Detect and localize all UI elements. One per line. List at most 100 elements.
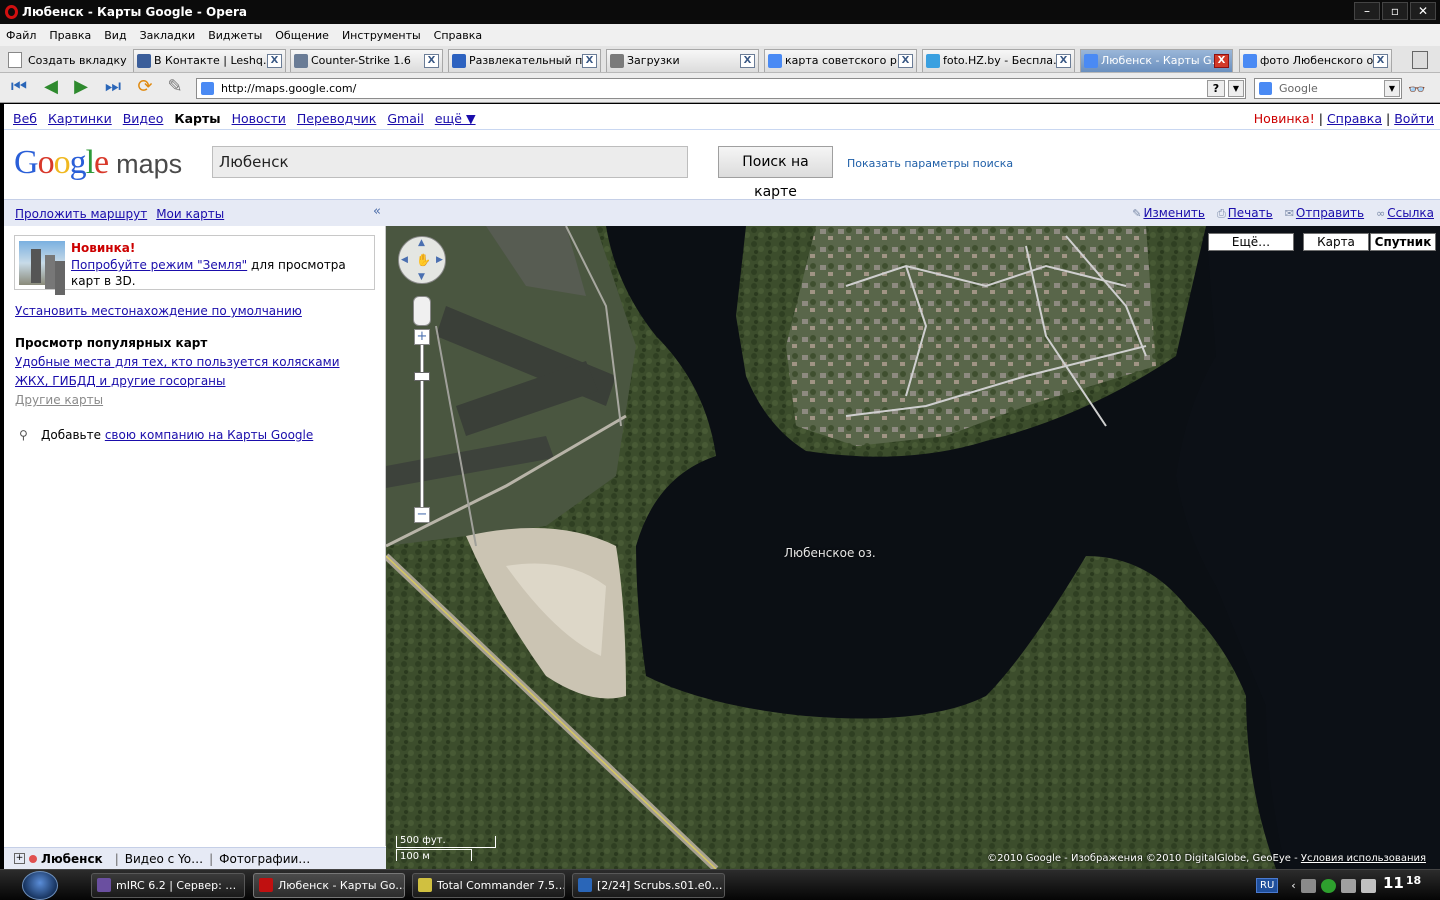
gbar-translate[interactable]: Переводчик bbox=[297, 111, 376, 126]
browser-tab[interactable]: карта советского р… X bbox=[764, 49, 917, 72]
google-maps-logo[interactable]: Google maps bbox=[14, 144, 182, 184]
print-link[interactable]: Печать bbox=[1228, 206, 1273, 220]
browser-tab[interactable]: Counter-Strike 1.6 X bbox=[290, 49, 443, 72]
gbar-login-link[interactable]: Войти bbox=[1394, 111, 1434, 126]
browser-tab[interactable]: Развлекательный п… X bbox=[448, 49, 601, 72]
forward-icon[interactable]: ▶ bbox=[70, 78, 92, 98]
menu-view[interactable]: Вид bbox=[104, 29, 126, 42]
pan-down-icon[interactable]: ▼ bbox=[418, 272, 425, 282]
expand-icon[interactable]: + bbox=[14, 853, 25, 864]
add-business-link[interactable]: свою компанию на Карты Google bbox=[105, 428, 313, 442]
address-field[interactable]: http://maps.google.com/ ? ▼ bbox=[196, 78, 1246, 99]
tab-close-icon[interactable]: X bbox=[1056, 54, 1071, 68]
reload-icon[interactable]: ⟳ bbox=[134, 78, 156, 98]
map-search-button[interactable]: Поиск на карте bbox=[718, 146, 833, 200]
earth-promo-thumbnail[interactable] bbox=[19, 241, 65, 285]
pan-left-icon[interactable]: ◀ bbox=[401, 255, 408, 265]
menu-chat[interactable]: Общение bbox=[275, 29, 329, 42]
menu-tools[interactable]: Инструменты bbox=[342, 29, 421, 42]
map-type-more-button[interactable]: Ещё… bbox=[1208, 233, 1294, 251]
zoom-in-button[interactable]: + bbox=[414, 329, 430, 345]
map-search-input[interactable]: Любенск bbox=[212, 146, 688, 178]
browser-tab[interactable]: Загрузки X bbox=[606, 49, 759, 72]
result-tab-photos[interactable]: Фотографии… bbox=[219, 849, 310, 869]
map-type-map-button[interactable]: Карта bbox=[1303, 233, 1369, 251]
pan-up-icon[interactable]: ▲ bbox=[418, 238, 425, 248]
search-engine-dropdown-icon[interactable]: ▼ bbox=[1384, 80, 1400, 97]
close-window-button[interactable]: ✕ bbox=[1410, 2, 1436, 20]
my-maps-link[interactable]: Мои карты bbox=[156, 207, 224, 221]
zoom-out-button[interactable]: − bbox=[414, 507, 430, 523]
result-tab-lyubensk[interactable]: Любенск bbox=[41, 849, 103, 869]
browser-tab[interactable]: Любенск - Карты G… X bbox=[1080, 49, 1233, 72]
gbar-gmail[interactable]: Gmail bbox=[387, 111, 423, 126]
tab-close-icon[interactable]: X bbox=[267, 54, 282, 68]
taskbar-button[interactable]: Total Commander 7.5… bbox=[412, 873, 565, 898]
clock[interactable]: 11 18 bbox=[1383, 874, 1421, 892]
popular-map-government[interactable]: ЖКХ, ГИБДД и другие госорганы bbox=[15, 374, 226, 388]
rewind-icon[interactable]: ⏮ bbox=[8, 78, 30, 98]
pegman-icon[interactable] bbox=[413, 296, 431, 326]
gbar-new-link[interactable]: Новинка! bbox=[1254, 111, 1315, 126]
tray-network-icon[interactable] bbox=[1300, 878, 1316, 893]
link-link[interactable]: Ссылка bbox=[1387, 206, 1434, 220]
tray-display-icon[interactable] bbox=[1340, 878, 1356, 893]
gbar-web[interactable]: Веб bbox=[13, 111, 37, 126]
tab-close-icon[interactable]: X bbox=[582, 54, 597, 68]
result-tab-videos[interactable]: Видео с Yo… bbox=[125, 849, 203, 869]
tray-volume-icon[interactable] bbox=[1360, 878, 1376, 893]
taskbar-button[interactable]: [2/24] Scrubs.s01.e0… bbox=[572, 873, 725, 898]
language-indicator[interactable]: RU bbox=[1256, 878, 1279, 893]
new-tab-button[interactable]: Создать вкладку bbox=[8, 49, 127, 71]
promo-earth-link[interactable]: Попробуйте режим "Земля" bbox=[71, 258, 247, 272]
maximize-button[interactable]: ▫ bbox=[1382, 2, 1408, 20]
terms-link[interactable]: Условия использования bbox=[1301, 853, 1426, 864]
collapse-panel-icon[interactable]: « bbox=[373, 204, 381, 219]
zoom-track[interactable] bbox=[420, 337, 424, 513]
tab-close-icon[interactable]: X bbox=[898, 54, 913, 68]
browser-tab[interactable]: foto.HZ.by - Беспла… X bbox=[922, 49, 1075, 72]
menu-edit[interactable]: Правка bbox=[49, 29, 91, 42]
other-maps-link[interactable]: Другие карты bbox=[15, 393, 103, 407]
pan-control[interactable]: ▲ ▼ ◀ ▶ ✋ bbox=[398, 236, 446, 284]
zoom-slider[interactable]: + − bbox=[414, 329, 430, 524]
taskbar-button[interactable]: Любенск - Карты Go… bbox=[253, 873, 405, 898]
tray-expand-icon[interactable]: ‹ bbox=[1291, 879, 1295, 892]
map-type-satellite-button[interactable]: Спутник bbox=[1370, 233, 1436, 251]
tab-close-icon[interactable]: X bbox=[1214, 54, 1229, 68]
gbar-more[interactable]: ещё ▼ bbox=[435, 111, 476, 126]
fast-forward-icon[interactable]: ⏭ bbox=[102, 78, 124, 98]
tray-app-icon[interactable] bbox=[1320, 878, 1336, 893]
search-options-link[interactable]: Показать параметры поиска bbox=[847, 157, 1013, 170]
popular-map-wheelchair[interactable]: Удобные места для тех, кто пользуется ко… bbox=[15, 355, 340, 369]
browser-tab[interactable]: В Контакте | Leshq… X bbox=[133, 49, 286, 72]
edit-link[interactable]: Изменить bbox=[1143, 206, 1205, 220]
tab-close-icon[interactable]: X bbox=[1373, 54, 1388, 68]
satellite-map[interactable]: Ещё… Карта Спутник ▲ ▼ ◀ ▶ ✋ + − Любенск… bbox=[386, 226, 1440, 869]
taskbar-button[interactable]: mIRC 6.2 | Сервер: … bbox=[91, 873, 245, 898]
trash-icon[interactable] bbox=[1412, 51, 1428, 69]
menu-help[interactable]: Справка bbox=[434, 29, 482, 42]
default-location-link[interactable]: Установить местонахождение по умолчанию bbox=[15, 304, 302, 318]
zoom-slider-handle[interactable] bbox=[414, 372, 430, 381]
gbar-video[interactable]: Видео bbox=[123, 111, 164, 126]
help-button[interactable]: ? bbox=[1207, 80, 1225, 97]
minimize-button[interactable]: – bbox=[1354, 2, 1380, 20]
zoom-glasses-icon[interactable]: 👓 bbox=[1408, 82, 1425, 98]
menu-file[interactable]: Файл bbox=[6, 29, 36, 42]
gbar-help-link[interactable]: Справка bbox=[1327, 111, 1382, 126]
gbar-news[interactable]: Новости bbox=[232, 111, 286, 126]
back-icon[interactable]: ◀ bbox=[40, 78, 62, 98]
menu-widgets[interactable]: Виджеты bbox=[208, 29, 262, 42]
tab-close-icon[interactable]: X bbox=[740, 54, 755, 68]
pan-right-icon[interactable]: ▶ bbox=[436, 255, 443, 265]
browser-tab[interactable]: фото Любенского о… X bbox=[1239, 49, 1392, 72]
menu-bookmarks[interactable]: Закладки bbox=[140, 29, 196, 42]
start-button[interactable] bbox=[22, 871, 58, 900]
gbar-images[interactable]: Картинки bbox=[48, 111, 112, 126]
edit-site-icon[interactable]: ✎ bbox=[164, 78, 186, 98]
search-engine-field[interactable]: Google ▼ bbox=[1254, 78, 1402, 99]
get-directions-link[interactable]: Проложить маршрут bbox=[15, 207, 147, 221]
send-link[interactable]: Отправить bbox=[1296, 206, 1364, 220]
address-dropdown-icon[interactable]: ▼ bbox=[1228, 80, 1244, 97]
